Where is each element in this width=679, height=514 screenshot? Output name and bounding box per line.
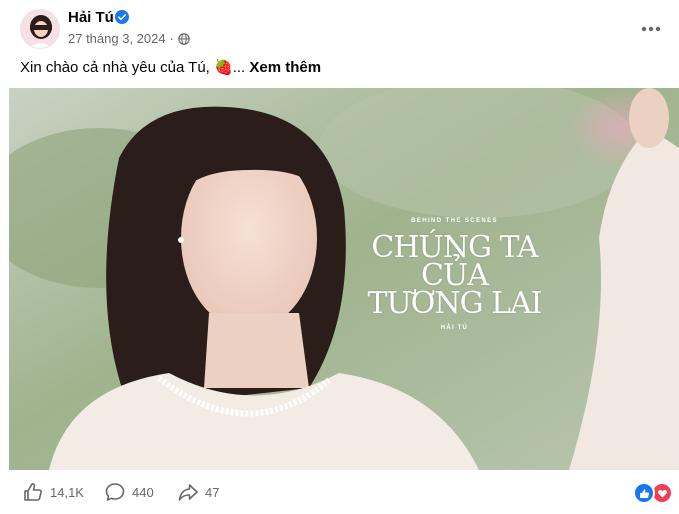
- like-button[interactable]: 14,1K: [22, 480, 84, 504]
- author-avatar[interactable]: [20, 9, 60, 49]
- like-reaction-icon: [633, 482, 655, 504]
- author-name[interactable]: Hải Tú: [68, 9, 114, 26]
- thumbs-up-icon: [22, 481, 44, 503]
- comment-count: 440: [132, 484, 154, 500]
- reactions-summary[interactable]: [633, 482, 673, 504]
- overlay-subtitle: BEHIND THE SCENES: [411, 218, 498, 224]
- post-header: Hải Tú 27 tháng 3, 2024 ·: [0, 0, 679, 55]
- post-caption: Xin chào cả nhà yêu của Tú, 🍓... Xem thê…: [20, 58, 321, 76]
- post-date[interactable]: 27 tháng 3, 2024: [68, 31, 166, 46]
- verified-badge-icon: [115, 10, 129, 24]
- comment-button[interactable]: 440: [104, 480, 154, 504]
- share-button[interactable]: 47: [177, 480, 219, 504]
- globe-icon[interactable]: [178, 32, 190, 45]
- more-options-button[interactable]: [635, 12, 667, 44]
- like-count: 14,1K: [50, 484, 84, 500]
- post-image[interactable]: BEHIND THE SCENES CHÚNG TA CỦA TƯƠNG LAI…: [9, 88, 679, 470]
- post-meta: 27 tháng 3, 2024 ·: [68, 31, 190, 46]
- overlay-artist: HẢI TÚ: [440, 325, 469, 331]
- more-horizontal-icon: [641, 19, 661, 37]
- facebook-post: Hải Tú 27 tháng 3, 2024 · Xin chào cả nh…: [0, 0, 679, 514]
- caption-text: Xin chào cả nhà yêu của Tú, 🍓...: [20, 59, 246, 76]
- share-icon: [177, 481, 199, 503]
- photo-illustration: [9, 88, 679, 470]
- share-count: 47: [205, 484, 220, 500]
- see-more-link[interactable]: Xem thêm: [249, 59, 321, 76]
- meta-separator: ·: [169, 31, 174, 46]
- comment-icon: [104, 481, 126, 503]
- post-actions: 14,1K 440 47: [0, 472, 679, 514]
- title-overlay: BEHIND THE SCENES CHÚNG TA CỦA TƯƠNG LAI…: [362, 218, 547, 331]
- overlay-title-line: TƯƠNG LAI: [367, 286, 542, 321]
